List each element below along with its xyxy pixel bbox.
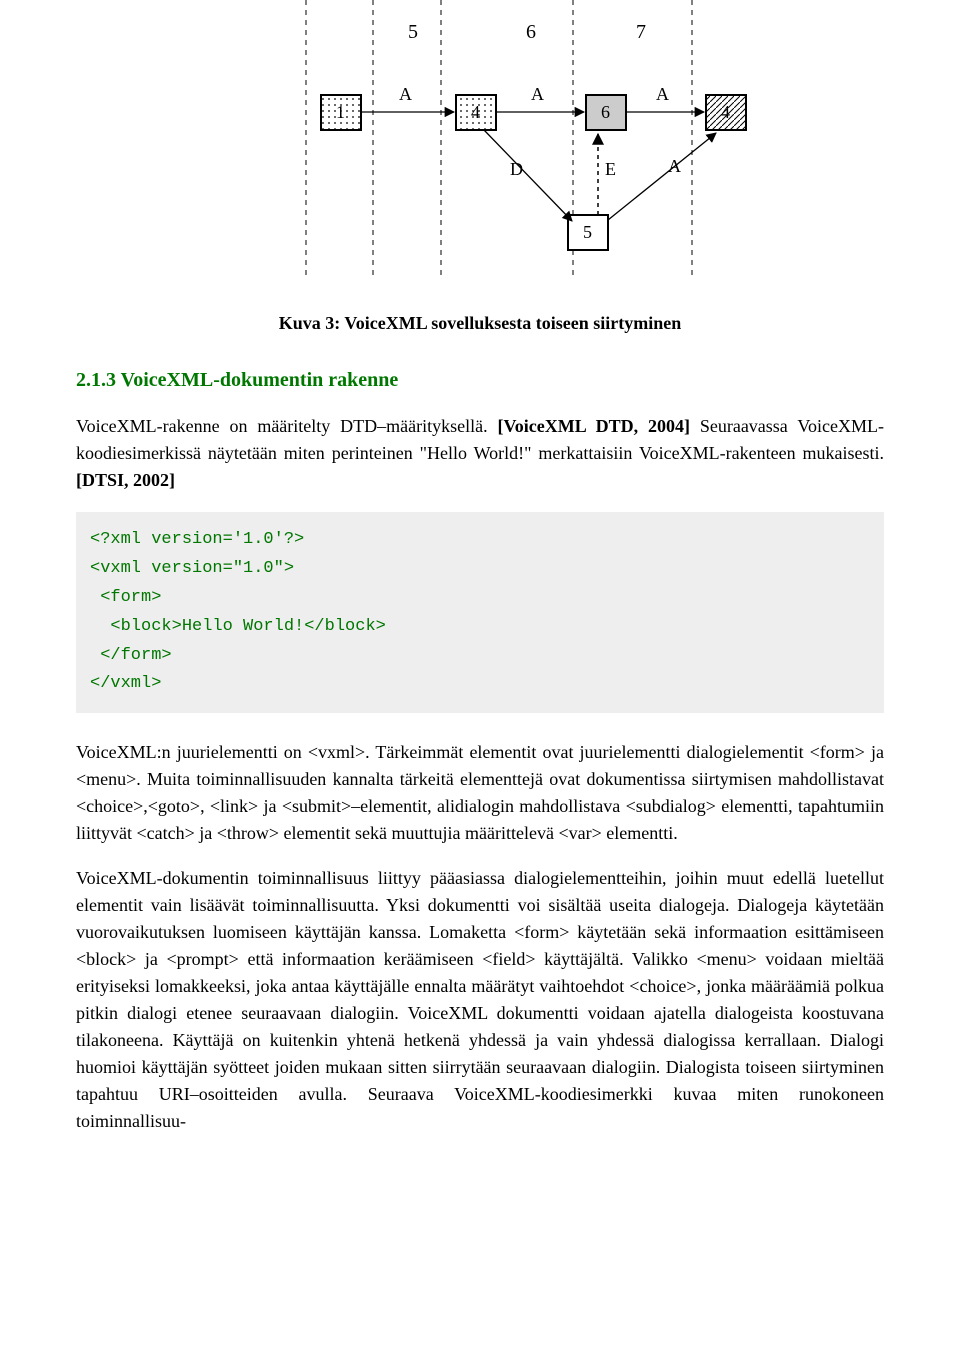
- diagram-box-label: 1: [336, 102, 345, 122]
- diagram-edge-label: D: [510, 159, 523, 179]
- code-block: <?xml version='1.0'?> <vxml version="1.0…: [76, 512, 884, 713]
- diagram-box-label: 6: [601, 102, 610, 122]
- paragraph: VoiceXML-rakenne on määritelty DTD–määri…: [76, 413, 884, 494]
- diagram-label: 5: [408, 21, 418, 43]
- diagram-box-label: 5: [583, 222, 592, 242]
- section-heading: 2.1.3 VoiceXML-dokumentin rakenne: [76, 365, 884, 395]
- diagram-edge-label: E: [605, 159, 616, 179]
- diagram-edge-label: A: [399, 84, 412, 104]
- diagram-edge-label: A: [531, 84, 544, 104]
- citation: [VoiceXML DTD, 2004]: [497, 416, 690, 436]
- diagram-edge-label: A: [668, 156, 681, 176]
- citation: [DTSI, 2002]: [76, 470, 175, 490]
- diagram-figure: 5 6 7 1 A 4 A 6 A 4: [236, 0, 806, 288]
- paragraph: VoiceXML-dokumentin toiminnallisuus liit…: [76, 865, 884, 1135]
- diagram-label: 7: [636, 21, 646, 43]
- diagram-box-label: 4: [721, 102, 730, 122]
- diagram-edge-label: A: [656, 84, 669, 104]
- diagram-box-label: 4: [471, 102, 480, 122]
- figure-caption: Kuva 3: VoiceXML sovelluksesta toiseen s…: [76, 310, 884, 337]
- diagram-label: 6: [526, 21, 536, 43]
- paragraph-text: VoiceXML-rakenne on määritelty DTD–määri…: [76, 416, 497, 436]
- paragraph: VoiceXML:n juurielementti on <vxml>. Tär…: [76, 739, 884, 847]
